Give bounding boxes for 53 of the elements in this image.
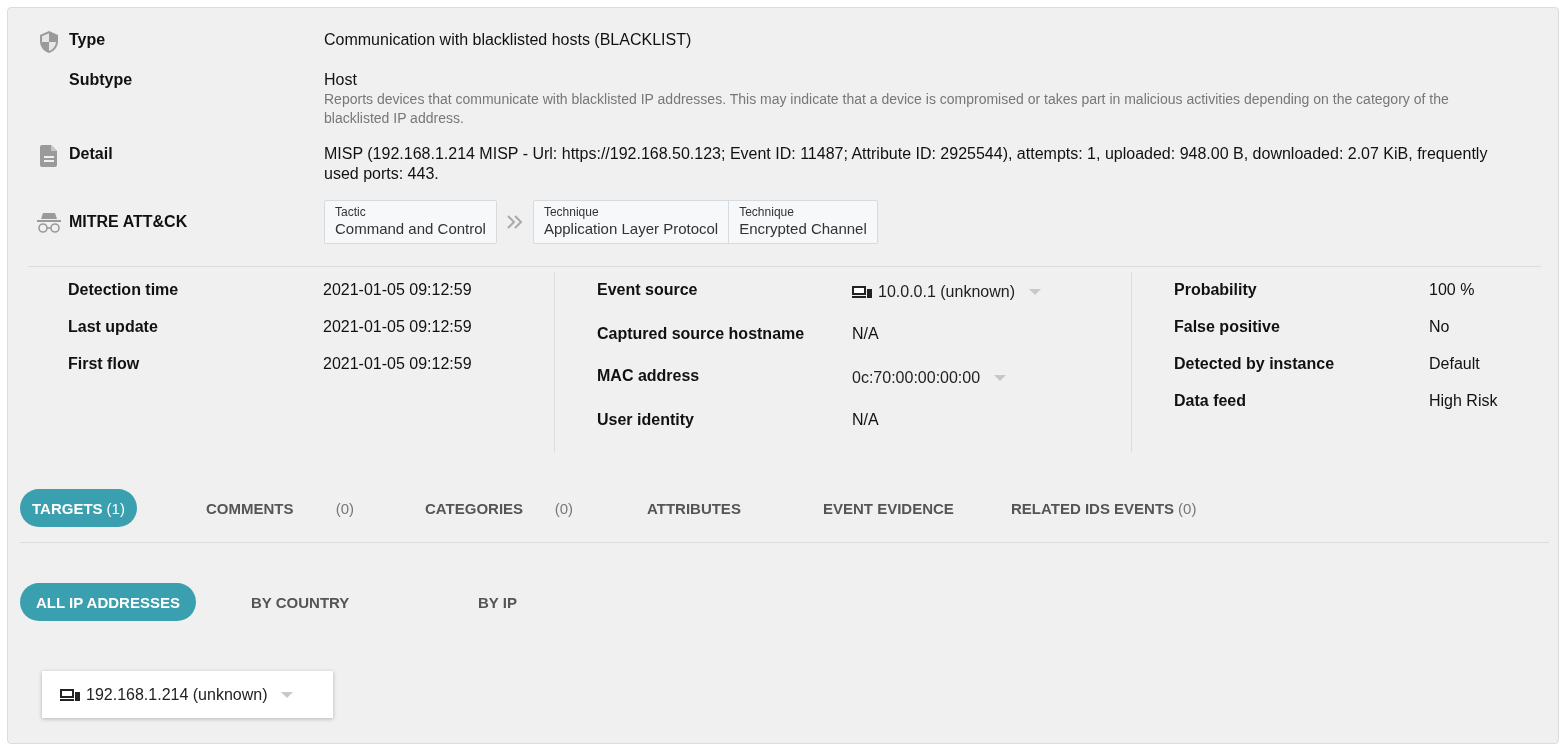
field-value: Host bbox=[324, 70, 358, 90]
field-label: Captured source hostname bbox=[597, 324, 806, 344]
field-value: 2021-01-05 09:12:59 bbox=[323, 280, 472, 300]
field-label: Event source bbox=[597, 280, 699, 300]
field-label: Subtype bbox=[69, 70, 134, 90]
mitre-name: Application Layer Protocol bbox=[543, 220, 719, 238]
mac-link[interactable]: 0c:70:00:00:00:00 bbox=[852, 368, 981, 388]
mitre-name: Encrypted Channel bbox=[739, 220, 867, 238]
double-chevron-icon bbox=[506, 215, 523, 229]
mitre-heading: Technique bbox=[739, 205, 795, 220]
field-value: No bbox=[1429, 317, 1450, 337]
field-label: Data feed bbox=[1174, 391, 1248, 411]
caret-icon bbox=[1029, 289, 1041, 295]
tab[interactable]: EVENT EVIDENCE bbox=[823, 489, 954, 527]
computer-icon bbox=[60, 687, 80, 702]
shield-icon bbox=[37, 30, 60, 54]
field-label: Last update bbox=[68, 317, 159, 337]
field-value: 2021-01-05 09:12:59 bbox=[323, 317, 472, 337]
field-label: False positive bbox=[1174, 317, 1281, 337]
caret-icon bbox=[994, 375, 1007, 381]
field-label: Detected by instance bbox=[1174, 354, 1336, 374]
computer-icon bbox=[852, 285, 872, 299]
field-label: MITRE ATT&CK bbox=[69, 212, 189, 232]
field-label: Type bbox=[69, 30, 107, 50]
field-value: N/A bbox=[852, 324, 879, 344]
field-value: Default bbox=[1429, 354, 1480, 374]
host-link[interactable]: 10.0.0.1 (unknown) bbox=[878, 282, 1015, 302]
field-value: 100 % bbox=[1429, 280, 1475, 300]
field-description: Reports devices that communicate with blacklisted IP addresses. This may indicate that a device is compromised or takes part in malicious activities depending on the category of the blacklisted IP address. bbox=[324, 90, 1450, 128]
field-label: User identity bbox=[597, 410, 695, 430]
field-label: First flow bbox=[68, 354, 141, 374]
field-value: Communication with blacklisted hosts (BLACKLIST) bbox=[324, 30, 693, 50]
document-icon bbox=[38, 144, 59, 168]
field-label: Detection time bbox=[68, 280, 180, 300]
mitre-name: Command and Control bbox=[335, 220, 486, 238]
tab[interactable]: CATEGORIES (0) bbox=[425, 489, 573, 527]
mitre-heading: Tactic bbox=[335, 205, 367, 220]
field-value: High Risk bbox=[1429, 391, 1498, 411]
field-label: Probability bbox=[1174, 280, 1258, 300]
host-link[interactable]: 192.168.1.214 (unknown) bbox=[86, 685, 268, 704]
mitre-heading: Technique bbox=[543, 205, 600, 220]
field-value: MISP (192.168.1.214 MISP - Url: https://192.168.50.123; Event ID: 11487; Attribute ID: 2925544), attempts: 1, uploaded: 948.00 B, downloaded: 2.07 KiB, frequently used ports: 443. bbox=[324, 144, 1489, 184]
caret-icon bbox=[281, 691, 294, 698]
filter-tab[interactable]: BY IP bbox=[478, 583, 533, 621]
filter-tab[interactable]: BY COUNTRY bbox=[251, 583, 366, 621]
field-label: Detail bbox=[69, 144, 114, 164]
spy-icon bbox=[35, 211, 62, 233]
field-label: MAC address bbox=[597, 366, 701, 386]
tab[interactable]: ATTRIBUTES bbox=[647, 489, 741, 527]
tab[interactable]: RELATED IDS EVENTS (0) bbox=[1011, 489, 1197, 527]
field-value: 2021-01-05 09:12:59 bbox=[323, 354, 472, 374]
tab[interactable]: COMMENTS (0) bbox=[206, 489, 354, 527]
field-value: N/A bbox=[852, 410, 879, 430]
